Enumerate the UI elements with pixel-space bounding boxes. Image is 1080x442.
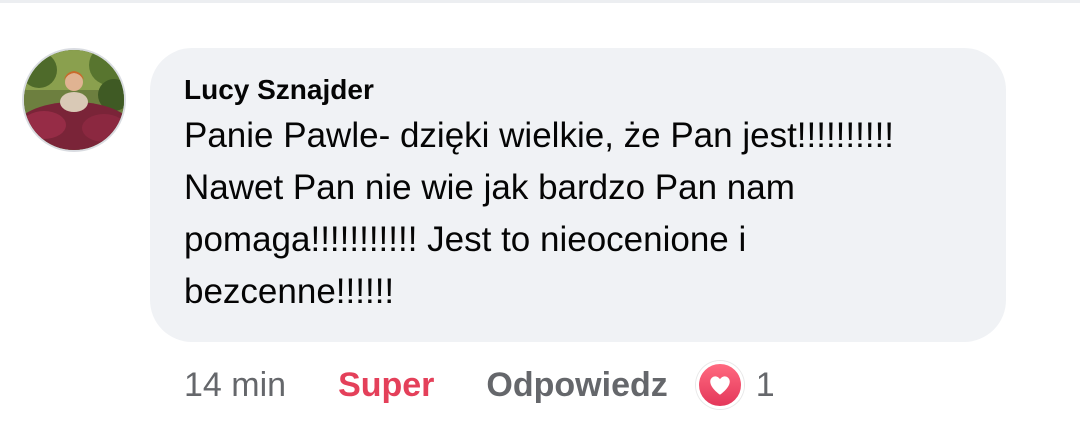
comment-text-line: Nawet Pan nie wie jak bardzo Pan nam	[184, 168, 795, 207]
reply-button[interactable]: Odpowiedz	[486, 360, 667, 410]
comment-actions: 14 min Super Odpowiedz 1	[184, 360, 775, 410]
comment-text-line: Panie Pawle- dzięki wielkie, że Pan jest…	[184, 116, 895, 155]
reaction-count: 1	[755, 366, 775, 404]
comment-text-line: bezcenne!!!!!!	[184, 272, 395, 311]
comment-text: Panie Pawle- dzięki wielkie, że Pan jest…	[184, 110, 984, 318]
avatar-photo	[24, 50, 124, 150]
author-name[interactable]: Lucy Sznajder	[184, 72, 374, 108]
comment-text-line: pomaga!!!!!!!!!!! Jest to nieocenione i	[184, 220, 747, 259]
avatar[interactable]	[22, 48, 126, 152]
super-reaction-button[interactable]: Super	[338, 360, 434, 410]
heart-icon	[695, 361, 744, 409]
comment: Lucy Sznajder Panie Pawle- dzięki wielki…	[0, 0, 1080, 442]
timestamp[interactable]: 14 min	[184, 360, 286, 410]
reaction-summary[interactable]: 1	[695, 360, 775, 410]
